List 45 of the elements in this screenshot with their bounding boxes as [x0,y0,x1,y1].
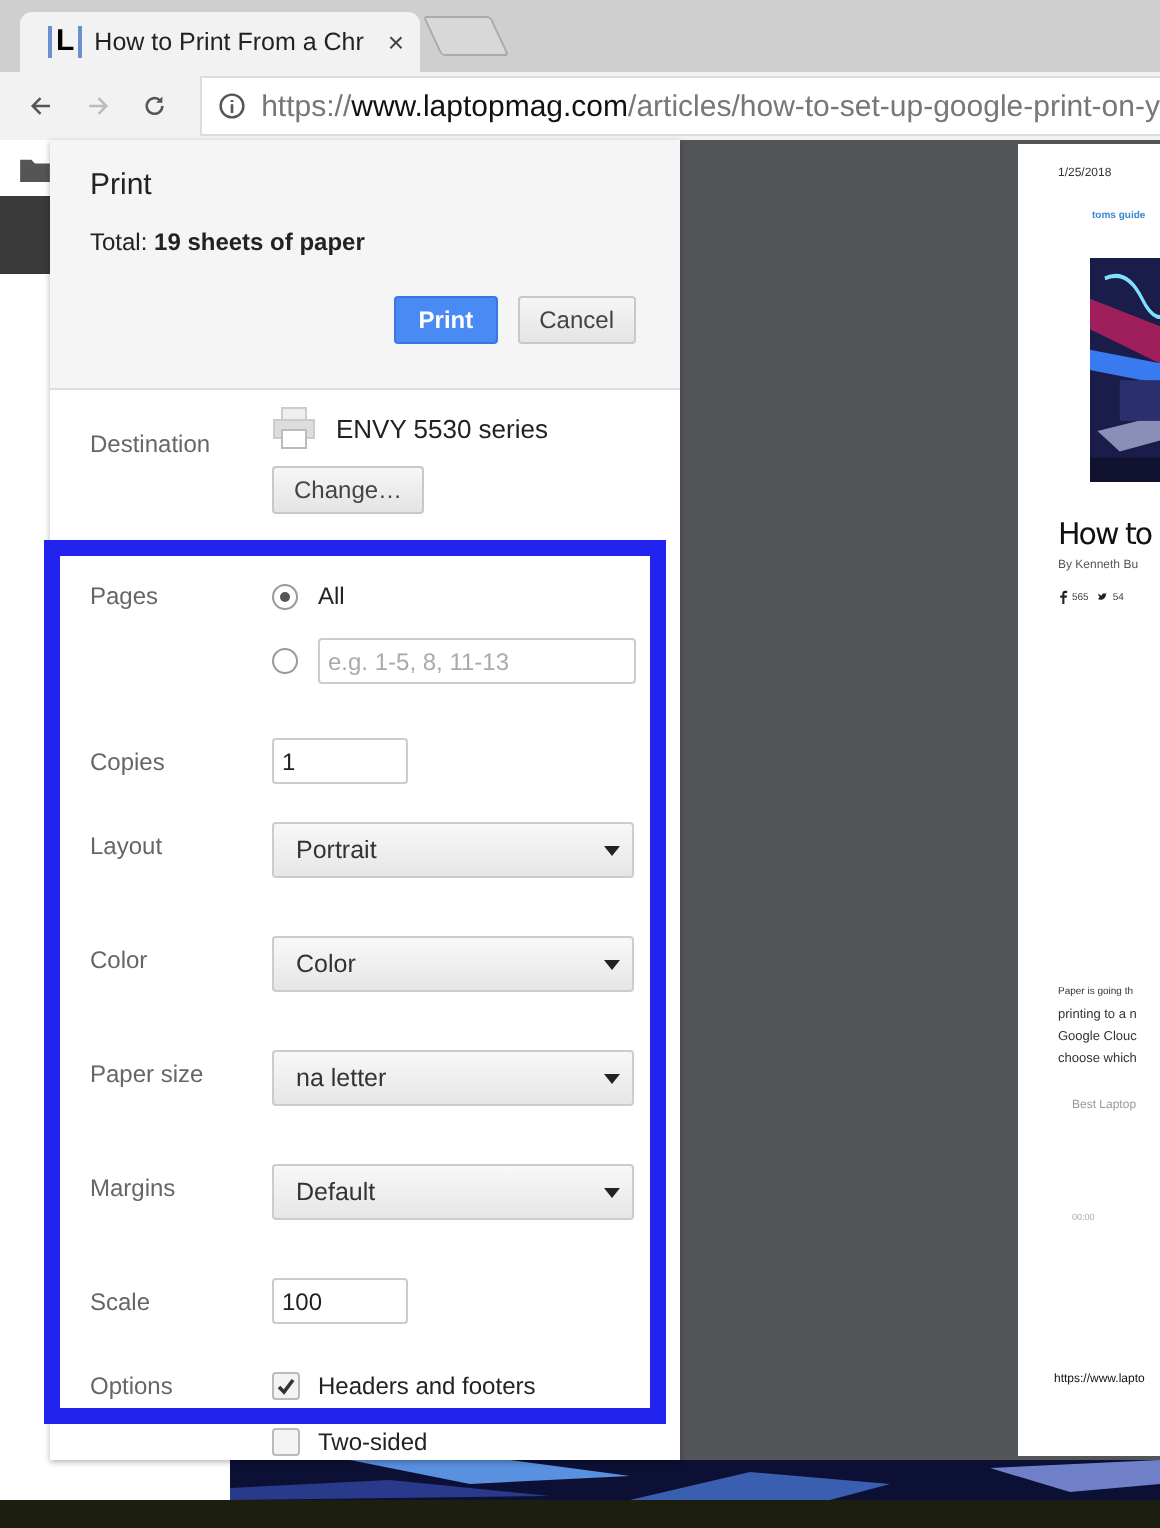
setting-label: Margins [90,1172,178,1206]
caret-icon [604,1073,620,1083]
option-label: Headers and footers [318,1372,536,1400]
number-field[interactable]: 100 [272,1278,408,1324]
option-label: All [318,582,345,610]
dropdown[interactable]: Default [272,1164,634,1220]
setting-label: Options [90,1370,175,1404]
radio-button[interactable] [272,648,298,674]
number-field[interactable]: 1 [272,738,408,784]
setting-label: Scale [90,1286,153,1320]
dropdown[interactable]: Color [272,936,634,992]
browser-tab[interactable]: L How to Print From a Chr × [20,12,420,72]
dropdown[interactable]: na letter [272,1050,634,1106]
folder-icon[interactable] [20,156,50,182]
caret-icon [604,1187,620,1197]
pages-field[interactable]: e.g. 1-5, 8, 11-13 [318,638,636,684]
page-header-bar [0,196,50,274]
printer-icon [272,406,316,450]
cancel-button[interactable]: Cancel [517,296,636,344]
site-favicon: L [48,26,83,58]
dialog-title: Print [90,168,154,202]
info-icon[interactable] [217,92,246,120]
article-headline: How to [1058,516,1154,552]
bird-icon [1098,590,1109,604]
caret-icon [604,845,620,855]
address-bar[interactable]: https://www.laptopmag.com/articles/how-to-set-up-google-print-on-y [199,76,1160,136]
close-icon[interactable]: × [387,26,404,58]
url-text: https://www.laptopmag.com/articles/how-to-set-up-google-print-on-y [261,89,1160,123]
setting-label: Copies [90,746,167,780]
checkbox[interactable] [272,1428,300,1456]
caret-icon [604,959,620,969]
checkbox[interactable] [272,1372,300,1400]
dropdown[interactable]: Portrait [272,822,634,878]
setting-label: Pages [90,582,161,610]
radio-button[interactable] [272,583,298,609]
tab-title: How to Print From a Chr [94,28,366,56]
setting-label: Destination [90,430,213,462]
facebook-icon [1058,590,1068,604]
setting-label: Paper size [90,1058,206,1092]
change-button[interactable]: Change… [272,466,425,514]
printer-name: ENVY 5530 series [336,413,548,443]
sheet-total: Total: 19 sheets of paper [90,228,367,256]
setting-label: Layout [90,830,165,864]
setting-label: Color [90,944,150,978]
option-label: Two-sided [318,1428,428,1456]
